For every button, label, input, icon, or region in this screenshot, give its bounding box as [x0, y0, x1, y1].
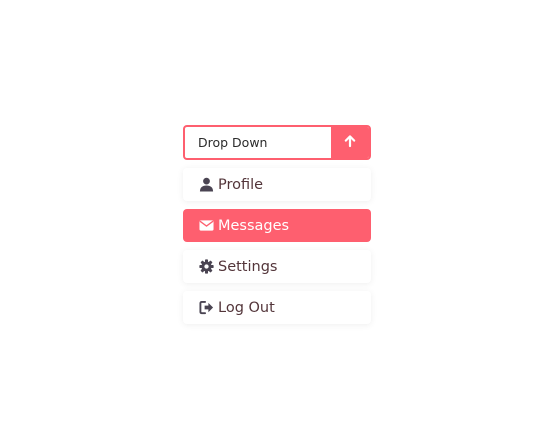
arrow-up-icon [343, 133, 357, 152]
envelope-icon [198, 218, 214, 234]
menu-item-label: Messages [218, 217, 290, 234]
menu-item-label: Profile [218, 176, 264, 193]
sign-out-icon [198, 300, 214, 316]
dropdown-label[interactable]: Drop Down [185, 127, 331, 158]
menu-item-messages[interactable]: Messages [183, 209, 371, 242]
menu-item-label: Log Out [218, 299, 275, 316]
menu-item-label: Settings [218, 258, 278, 275]
menu-item-settings[interactable]: Settings [183, 250, 371, 283]
menu-item-log-out[interactable]: Log Out [183, 291, 371, 324]
gear-icon [198, 259, 214, 275]
user-icon [198, 177, 214, 193]
dropdown-menu: Profile Messages Settings Log Out [183, 168, 371, 324]
menu-item-profile[interactable]: Profile [183, 168, 371, 201]
dropdown-trigger[interactable]: Drop Down [183, 125, 371, 160]
dropdown-toggle-button[interactable] [331, 127, 369, 158]
page: Drop Down Profile Messages Settings Log … [0, 0, 548, 438]
dropdown: Drop Down Profile Messages Settings Log … [183, 125, 371, 332]
